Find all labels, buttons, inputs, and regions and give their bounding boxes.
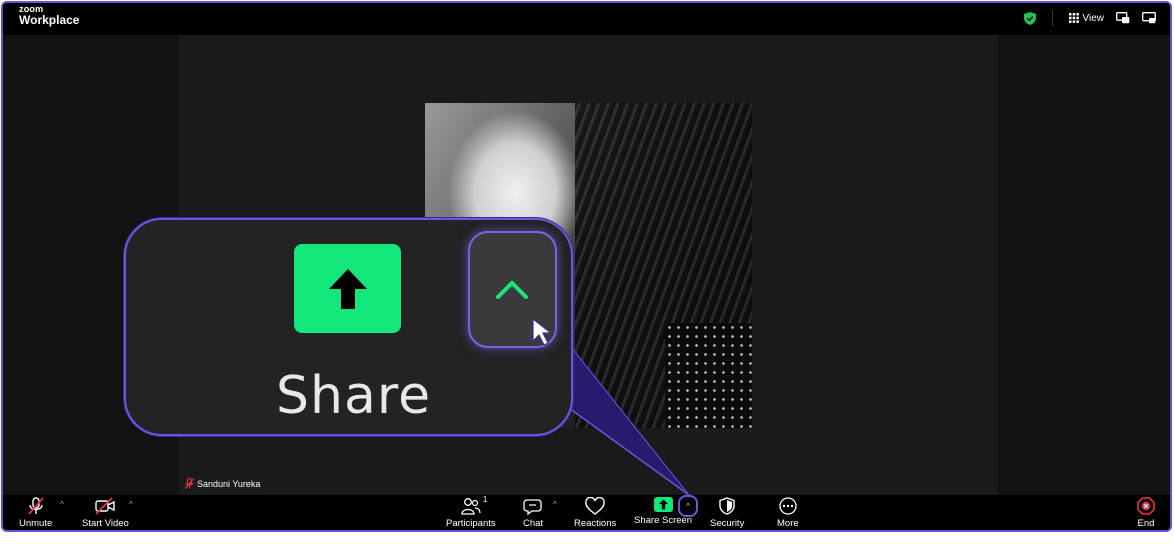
- start-video-button[interactable]: Start Video: [82, 497, 129, 529]
- video-off-icon: [95, 497, 116, 515]
- participants-icon-wrap: 1: [461, 495, 487, 515]
- unmute-button[interactable]: Unmute: [19, 497, 52, 529]
- end-button[interactable]: End: [1137, 497, 1155, 529]
- security-shield-icon: [719, 497, 735, 515]
- security-button[interactable]: Security: [710, 497, 744, 529]
- mouse-pointer-icon: [532, 317, 553, 346]
- participants-count: 1: [482, 495, 488, 504]
- magnified-share-button: [294, 244, 401, 333]
- more-label: More: [777, 518, 799, 529]
- chat-icon: [523, 499, 542, 515]
- share-screen-icon-wrap: [653, 497, 673, 512]
- participants-icon: [461, 498, 481, 515]
- caret-up-icon: [496, 280, 553, 346]
- chat-label: Chat: [523, 518, 544, 529]
- participants-button[interactable]: 1 Participants: [446, 495, 496, 529]
- video-options-caret[interactable]: ^: [129, 500, 133, 509]
- reactions-button[interactable]: Reactions: [574, 497, 616, 529]
- share-arrow-icon: [658, 499, 668, 510]
- magnified-share-label: Share: [276, 366, 432, 426]
- zoom-window: zoom Workplace View Sanduni Yureka Share…: [1, 1, 1172, 532]
- share-arrow-icon: [328, 268, 367, 309]
- audio-options-caret[interactable]: ^: [60, 500, 64, 509]
- mic-muted-icon: [27, 497, 44, 515]
- end-call-icon: [1137, 497, 1155, 515]
- chat-options-caret[interactable]: ^: [553, 500, 557, 509]
- start-video-label: Start Video: [82, 518, 129, 529]
- more-dots-icon: [779, 497, 797, 515]
- heart-icon: [585, 497, 605, 515]
- reactions-label: Reactions: [574, 518, 617, 529]
- end-label: End: [1137, 518, 1155, 529]
- magnified-caret-button: [468, 231, 557, 348]
- chat-button[interactable]: Chat: [523, 497, 543, 529]
- magnified-share-callout: Share: [124, 218, 573, 436]
- more-button[interactable]: More: [777, 497, 799, 529]
- bottom-toolbar: Unmute ^ Start Video ^ 1 Participants Ch…: [3, 495, 1170, 530]
- unmute-label: Unmute: [19, 518, 53, 529]
- share-options-caret[interactable]: ^: [678, 495, 698, 517]
- security-label: Security: [710, 518, 745, 529]
- participants-label: Participants: [446, 518, 496, 529]
